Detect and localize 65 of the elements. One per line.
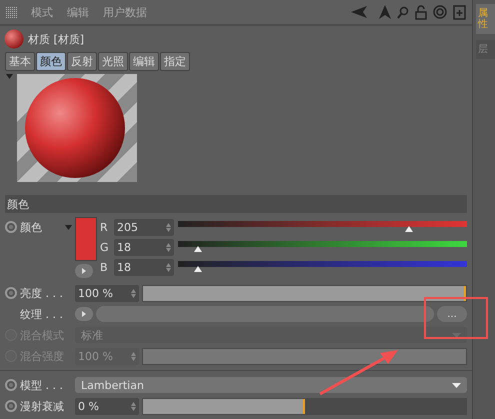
texture-field[interactable] [96, 306, 434, 322]
grid-icon[interactable] [6, 6, 17, 18]
material-title: 材质 [材质] [28, 32, 84, 46]
slider-track[interactable] [142, 398, 467, 414]
target-icon[interactable] [433, 5, 447, 19]
slider-thumb[interactable] [194, 246, 202, 252]
tab[interactable]: 反射 [67, 52, 97, 71]
menu-item[interactable]: 模式 [31, 4, 53, 20]
tab[interactable]: 编辑 [129, 52, 159, 71]
browse-button[interactable]: ... [437, 306, 467, 322]
tab[interactable]: 光照 [98, 52, 128, 71]
dropdown-arrow-icon[interactable] [65, 224, 72, 230]
spinner-icon[interactable] [166, 242, 171, 252]
spinner-icon[interactable] [166, 262, 171, 272]
tab[interactable]: 颜色 [36, 52, 66, 71]
lock-icon[interactable] [415, 4, 427, 20]
plus-box-icon[interactable] [453, 4, 466, 20]
number-field[interactable]: 100 % [75, 348, 139, 364]
side-tab[interactable]: 属性 [476, 4, 495, 34]
spinner-icon[interactable] [131, 288, 136, 298]
menu-item[interactable]: 用户数据 [103, 4, 147, 20]
material-ball-icon [4, 29, 24, 49]
side-tab[interactable]: 层 [476, 40, 495, 59]
color-slider[interactable] [178, 221, 467, 233]
number-field[interactable]: 18 [114, 238, 174, 256]
number-field[interactable]: 100 % [75, 284, 139, 302]
channel-label: B [100, 260, 109, 274]
caret-icon [452, 382, 461, 388]
field-label: 亮度 . . . [20, 286, 63, 300]
spinner-icon[interactable] [166, 222, 171, 232]
field-label: 颜色 [20, 220, 42, 234]
collapse-arrow-icon[interactable] [6, 74, 13, 79]
number-field[interactable]: 18 [114, 258, 174, 276]
section-title: 颜色 [7, 196, 29, 212]
dropdown[interactable]: 标准 [75, 327, 467, 343]
highlight-rectangle [424, 297, 488, 339]
channel-label: R [100, 220, 109, 234]
caret-icon [452, 332, 461, 338]
up-arrow-icon[interactable] [379, 5, 391, 19]
tab[interactable]: 指定 [160, 52, 190, 71]
play-icon [82, 311, 86, 317]
field-label: 漫射衰减 [20, 398, 64, 414]
tab[interactable]: 基本 [5, 52, 35, 71]
number-field[interactable]: 0 % [75, 398, 139, 414]
animation-dot-icon[interactable] [5, 287, 17, 299]
color-slider[interactable] [178, 241, 467, 253]
color-swatch[interactable] [75, 217, 97, 261]
color-slider[interactable] [178, 261, 467, 273]
play-button[interactable] [75, 264, 93, 278]
animation-dot-icon[interactable] [5, 221, 17, 233]
play-button[interactable] [75, 307, 93, 321]
field-label: 纹理 . . . [20, 306, 63, 322]
slider-thumb[interactable] [405, 226, 414, 232]
animation-dot-icon[interactable] [5, 379, 17, 391]
spinner-icon[interactable] [131, 402, 136, 410]
dropdown[interactable]: Lambertian [75, 377, 467, 393]
spinner-icon[interactable] [131, 352, 136, 360]
search-icon[interactable] [397, 6, 409, 18]
menu-item[interactable]: 编辑 [67, 4, 89, 20]
slider-thumb[interactable] [194, 266, 202, 272]
animation-dot-icon[interactable] [5, 400, 17, 412]
channel-label: G [100, 240, 110, 254]
play-icon [82, 268, 86, 274]
number-field[interactable]: 205 [114, 218, 174, 236]
field-label: 模型 . . . [20, 378, 63, 392]
